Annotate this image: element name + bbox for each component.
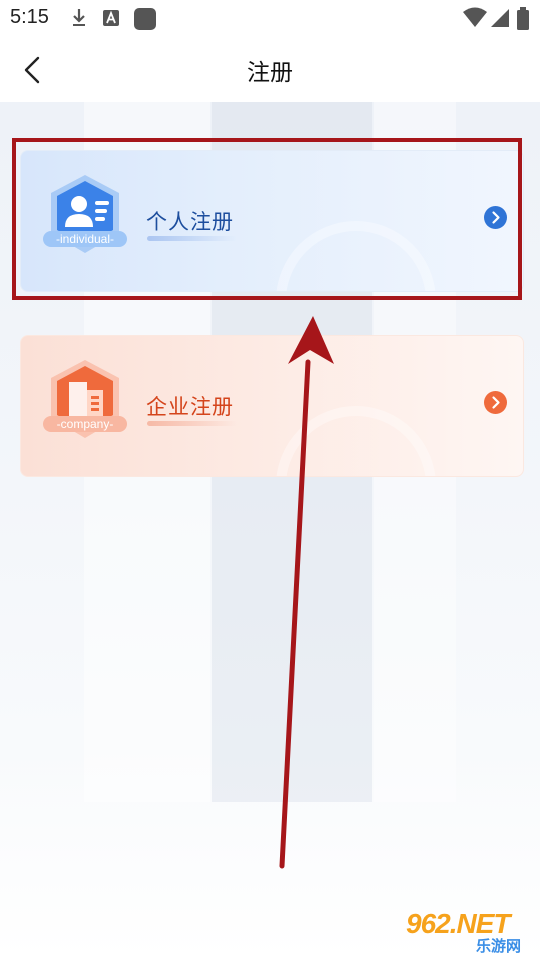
- decorative-arc: [276, 221, 436, 291]
- wifi-icon: [463, 7, 487, 27]
- app-header: 注册: [0, 36, 540, 102]
- status-bar: 5:15: [0, 0, 540, 36]
- individual-badge-text: -individual-: [56, 232, 114, 246]
- battery-icon: [517, 7, 529, 30]
- label-underline: [147, 236, 237, 241]
- individual-register-label: 个人注册: [146, 210, 234, 234]
- signal-icon: [491, 9, 509, 27]
- chevron-right-icon[interactable]: [484, 391, 507, 414]
- company-register-label: 企业注册: [146, 395, 234, 419]
- app-square-icon: [134, 8, 156, 30]
- person-id-icon: -individual-: [39, 171, 131, 263]
- individual-register-card[interactable]: -individual- 个人注册: [20, 150, 524, 292]
- building-icon: -company-: [39, 356, 131, 448]
- watermark-site: 乐游网: [476, 937, 522, 955]
- company-badge-text: -company-: [57, 417, 114, 431]
- decorative-arc: [276, 406, 436, 476]
- a-app-icon: [103, 10, 119, 26]
- download-icon: [73, 9, 85, 26]
- page-title: 注册: [247, 60, 293, 86]
- chevron-right-icon[interactable]: [484, 206, 507, 229]
- company-register-card[interactable]: -company- 企业注册: [20, 335, 524, 477]
- status-time: 5:15: [10, 6, 49, 28]
- watermark-logo: 962.NET 乐游网: [400, 908, 536, 958]
- label-underline: [147, 421, 237, 426]
